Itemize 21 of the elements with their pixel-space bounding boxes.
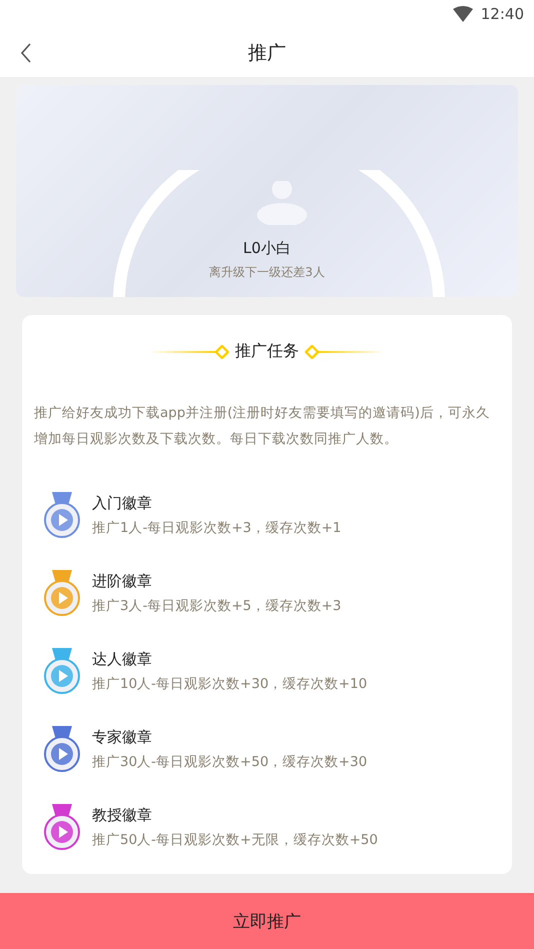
back-icon[interactable] [20,42,32,64]
badge-reward: 推广10人-每日观影次数+30，缓存次数+10 [92,674,368,692]
badge-name: 教授徽章 [92,806,153,824]
title-ornament-icon [149,344,229,358]
title-ornament-icon [305,344,385,358]
badge-name: 进阶徽章 [92,572,153,590]
badge-name: 达人徽章 [92,650,153,668]
badge-reward: 推广50人-每日观影次数+无限，缓存次数+50 [92,830,378,848]
badge-name: 入门徽章 [92,494,153,512]
level-hint: 离升级下一级还差3人 [209,264,325,281]
task-description: 推广给好友成功下载app并注册(注册时好友需要填写的邀请码)后，可永久增加每日观影次数及下载次数。每日下载次数同推广人数。 [34,404,491,449]
badge-name: 专家徽章 [92,728,153,746]
section-title: 推广任务 [235,341,299,362]
badge-reward: 推广1人-每日观影次数+3，缓存次数+1 [92,518,342,536]
page-title: 推广 [248,40,286,66]
wifi-icon [452,6,473,22]
badge-reward: 推广3人-每日观影次数+5，缓存次数+3 [92,596,342,614]
promote-button[interactable]: 立即推广 [0,893,534,949]
badge-reward: 推广30人-每日观影次数+50，缓存次数+30 [92,752,368,770]
status-time: 12:40 [480,5,524,23]
level-name: L0小白 [243,239,291,258]
